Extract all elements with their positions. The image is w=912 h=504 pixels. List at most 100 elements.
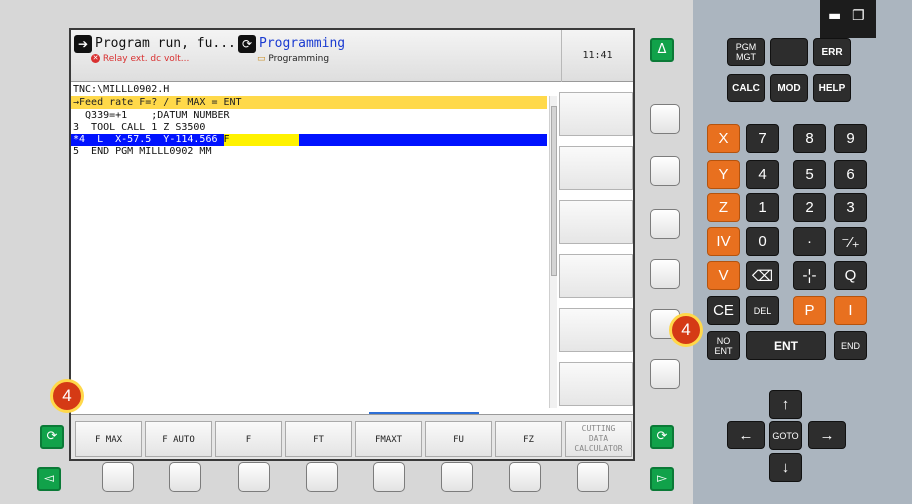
key-arrow-right[interactable]: → <box>808 421 846 449</box>
key-backspace[interactable]: ⌫ <box>746 261 779 290</box>
softkey-fu[interactable]: FU <box>425 421 492 457</box>
program-line[interactable]: Q339=+1 ;DATUM NUMBER <box>71 110 547 122</box>
scrollbar-thumb[interactable] <box>551 106 557 276</box>
key-0[interactable]: 0 <box>746 227 779 256</box>
softkey-row-switch-left-button[interactable]: ⟳ <box>40 425 64 449</box>
crosshair-icon: -¦- <box>802 267 817 284</box>
softkey-button-1[interactable] <box>102 462 134 492</box>
softkey-fmaxt[interactable]: FMAXT <box>355 421 422 457</box>
program-run-mode-icon: ➔ <box>74 35 92 53</box>
vertical-softkey-4[interactable] <box>559 254 633 298</box>
key-1[interactable]: 1 <box>746 193 779 222</box>
softkey-cutting-data-calculator[interactable]: CUTTING DATA CALCULATOR <box>565 421 632 457</box>
mode-programming-sub: ▭ Programming <box>257 54 330 64</box>
programming-mode-icon: ⟳ <box>238 35 256 53</box>
softkey-fauto[interactable]: F AUTO <box>145 421 212 457</box>
softkey-button-8[interactable] <box>577 462 609 492</box>
program-line[interactable]: 5 END PGM MILLL0902 MM <box>71 146 547 158</box>
key-calc[interactable]: CALC <box>727 74 765 102</box>
softkey-fz[interactable]: FZ <box>495 421 562 457</box>
key-z[interactable]: Z <box>707 193 740 222</box>
error-message[interactable]: ✕ Relay ext. dc volt... <box>91 54 189 64</box>
vertical-softkey-button-6[interactable] <box>650 359 680 389</box>
program-line-active[interactable]: *4 L X-57.5 Y-114.566 F <box>71 134 547 146</box>
softkey-f[interactable]: F <box>215 421 282 457</box>
softkey-ft[interactable]: FT <box>285 421 352 457</box>
key-ent[interactable]: ENT <box>746 331 826 360</box>
key-8[interactable]: 8 <box>793 124 826 153</box>
softkey-fmax[interactable]: F MAX <box>75 421 142 457</box>
key-arrow-down[interactable]: ↓ <box>769 453 802 482</box>
file-icon: ▭ <box>257 54 266 64</box>
vertical-softkey-button-2[interactable] <box>650 156 680 186</box>
softkey-button-4[interactable] <box>306 462 338 492</box>
key-p[interactable]: P <box>793 296 826 325</box>
key-goto[interactable]: GOTO <box>769 421 802 450</box>
key-err[interactable]: ERR <box>813 38 851 66</box>
scrollbar[interactable] <box>549 96 557 408</box>
key-pgm-mgt[interactable]: PGM MGT <box>727 38 765 66</box>
arrow-down-icon: ↓ <box>781 459 790 476</box>
mode-program-run-title: Program run, fu... <box>95 36 236 51</box>
key-end[interactable]: END <box>834 331 867 360</box>
program-listing[interactable]: Q339=+1 ;DATUM NUMBER 3 TOOL CALL 1 Z S3… <box>71 110 547 158</box>
softkey-bar: F MAX F AUTO F FT FMAXT FU FZ CUTTING DA… <box>71 414 633 459</box>
key-q[interactable]: Q <box>834 261 867 290</box>
key-arrow-left[interactable]: ← <box>727 421 765 449</box>
status-header: ➔ Program run, fu... ✕ Relay ext. dc vol… <box>71 30 633 82</box>
key-2[interactable]: 2 <box>793 193 826 222</box>
key-y[interactable]: Y <box>707 160 740 189</box>
key-mod[interactable]: MOD <box>770 74 808 102</box>
key-7[interactable]: 7 <box>746 124 779 153</box>
key-arrow-up[interactable]: ↑ <box>769 390 802 419</box>
key-ce[interactable]: CE <box>707 296 740 325</box>
key-help[interactable]: HELP <box>813 74 851 102</box>
key-i[interactable]: I <box>834 296 867 325</box>
screen-layout-button[interactable]: Δ <box>650 38 674 62</box>
clock: 11:41 <box>561 30 633 82</box>
key-actual-position[interactable]: -¦- <box>793 261 826 290</box>
softkey-button-7[interactable] <box>509 462 541 492</box>
key-decimal-point[interactable]: · <box>793 227 826 256</box>
minimize-icon[interactable]: ▬ <box>828 8 841 24</box>
vertical-softkey-button-3[interactable] <box>650 209 680 239</box>
key-no-ent[interactable]: NO ENT <box>707 331 740 360</box>
softkey-button-6[interactable] <box>441 462 473 492</box>
vertical-softkey-2[interactable] <box>559 146 633 190</box>
softkey-button-5[interactable] <box>373 462 405 492</box>
key-blank[interactable] <box>770 38 808 66</box>
vertical-softkey-5[interactable] <box>559 308 633 352</box>
softkey-row-switch-right-button[interactable]: ⟳ <box>650 425 674 449</box>
key-del[interactable]: DEL <box>746 296 779 325</box>
tnc-screen: ➔ Program run, fu... ✕ Relay ext. dc vol… <box>69 28 635 461</box>
softkey-next-button[interactable]: ▻ <box>650 467 674 491</box>
program-line[interactable]: 3 TOOL CALL 1 Z S3500 <box>71 122 547 134</box>
key-4[interactable]: 4 <box>746 160 779 189</box>
callout-badge-right: 4 <box>669 313 703 347</box>
key-9[interactable]: 9 <box>834 124 867 153</box>
backspace-icon: ⌫ <box>751 267 774 285</box>
window-controls: ▬ ❐ <box>820 0 876 38</box>
restore-icon[interactable]: ❐ <box>852 8 865 24</box>
vertical-softkey-6[interactable] <box>559 362 633 406</box>
arrow-left-icon: ← <box>738 426 754 444</box>
program-path: TNC:\MILLL0902.H <box>73 84 170 95</box>
softkey-prev-button[interactable]: ◅ <box>37 467 61 491</box>
error-icon: ✕ <box>91 54 100 63</box>
key-3[interactable]: 3 <box>834 193 867 222</box>
vertical-softkey-button-1[interactable] <box>650 104 680 134</box>
arrow-right-icon: → <box>819 426 835 444</box>
key-sign-toggle[interactable]: ⁻⁄₊ <box>834 227 867 256</box>
key-v[interactable]: V <box>707 261 740 290</box>
vertical-softkey-button-4[interactable] <box>650 259 680 289</box>
softkey-button-3[interactable] <box>238 462 270 492</box>
softkey-button-2[interactable] <box>169 462 201 492</box>
callout-badge-left: 4 <box>50 379 84 413</box>
key-5[interactable]: 5 <box>793 160 826 189</box>
key-x[interactable]: X <box>707 124 740 153</box>
key-6[interactable]: 6 <box>834 160 867 189</box>
vertical-softkey-3[interactable] <box>559 200 633 244</box>
vertical-softkey-1[interactable] <box>559 92 633 136</box>
key-iv[interactable]: IV <box>707 227 740 256</box>
feed-input[interactable]: F <box>223 134 299 146</box>
